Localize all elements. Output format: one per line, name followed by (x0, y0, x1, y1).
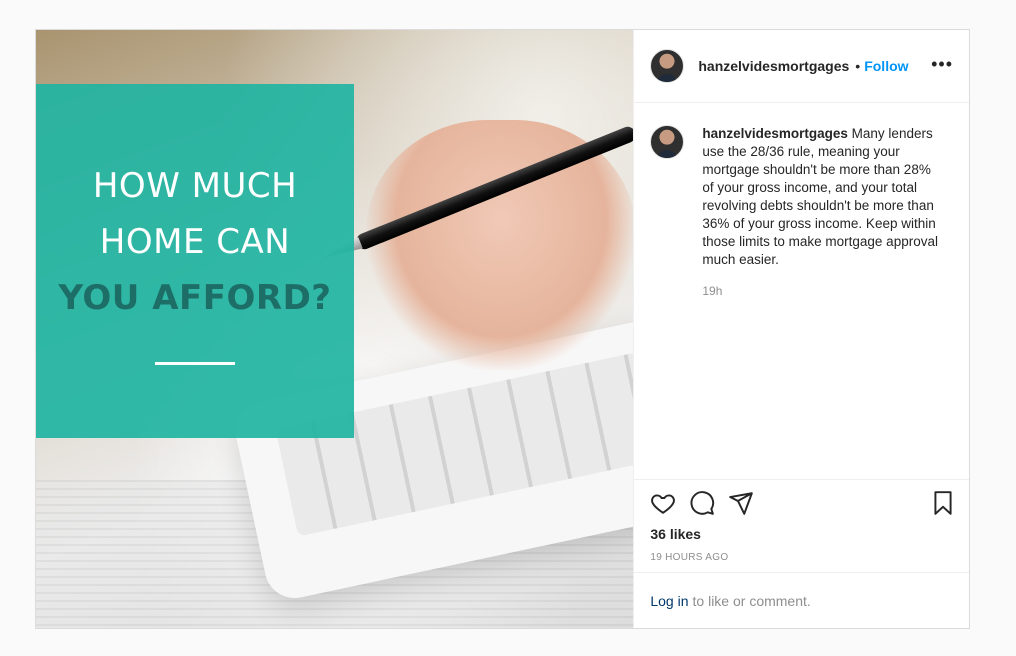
heart-icon[interactable] (650, 490, 676, 516)
avatar[interactable] (650, 49, 685, 83)
headline-line-3: YOU AFFORD? (58, 278, 332, 318)
caption-time[interactable]: 19h (702, 282, 938, 300)
caption-avatar[interactable] (650, 125, 685, 159)
headline-underline (155, 362, 235, 365)
likes-count[interactable]: 36 likes (650, 526, 701, 542)
post-sidebar: hanzelvidesmortgages • Follow ••• hanzel… (633, 30, 969, 628)
caption-username[interactable]: hanzelvidesmortgages (702, 126, 848, 141)
caption-text: Many lenders use the 28/36 rule, meaning… (702, 126, 938, 267)
actions-bar: 36 likes 19 HOURS AGO (634, 479, 969, 572)
post-timestamp: 19 HOURS AGO (650, 552, 729, 563)
caption-area: hanzelvidesmortgages Many lenders use th… (634, 103, 969, 479)
post-image[interactable]: HOW MUCH HOME CAN YOU AFFORD? (36, 30, 634, 628)
caption-text-block: hanzelvidesmortgages Many lenders use th… (702, 125, 938, 479)
headline-overlay: HOW MUCH HOME CAN YOU AFFORD? (36, 84, 354, 438)
hand-image (366, 120, 634, 370)
comment-icon[interactable] (689, 490, 715, 516)
post-header: hanzelvidesmortgages • Follow ••• (634, 30, 969, 103)
login-link[interactable]: Log in (650, 593, 688, 609)
follow-button[interactable]: Follow (864, 58, 908, 74)
more-options-icon[interactable]: ••• (931, 55, 953, 73)
headline-line-2: HOME CAN (99, 222, 291, 262)
separator-dot: • (855, 58, 861, 74)
share-icon[interactable] (728, 490, 754, 516)
instagram-post: HOW MUCH HOME CAN YOU AFFORD? hanzelvide… (35, 29, 970, 629)
login-prompt: Log in to like or comment. (634, 572, 969, 628)
header-username[interactable]: hanzelvidesmortgages (698, 58, 849, 74)
headline-line-1: HOW MUCH (92, 166, 298, 206)
login-prompt-text: to like or comment. (692, 592, 811, 609)
bookmark-icon[interactable] (930, 490, 956, 516)
